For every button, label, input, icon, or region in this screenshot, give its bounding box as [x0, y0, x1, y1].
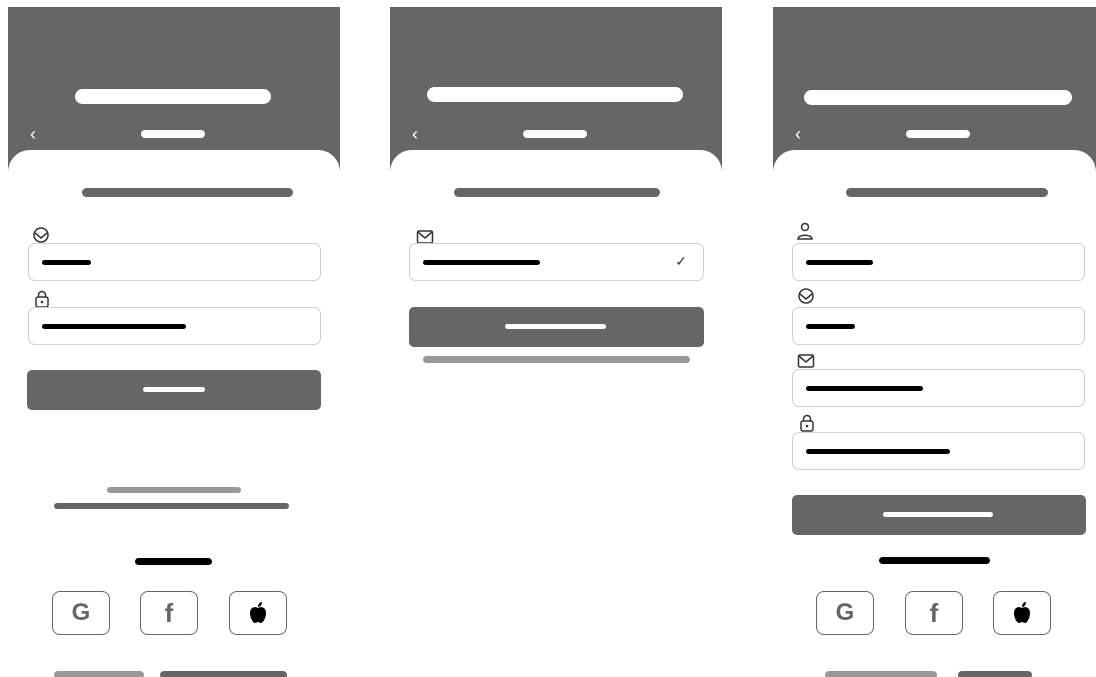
- send-button-label-placeholder: [505, 324, 606, 329]
- facebook-icon: f: [929, 597, 939, 628]
- or-continue-with-placeholder: [879, 557, 990, 564]
- facebook-icon: f: [164, 597, 174, 628]
- email-value-placeholder: [423, 260, 540, 265]
- facebook-login-button[interactable]: f: [140, 591, 198, 635]
- checkmark-icon: ✓: [675, 253, 687, 269]
- terms-text-placeholder: [54, 503, 289, 509]
- form-card: ✓: [390, 150, 722, 677]
- footer-link-placeholder[interactable]: [160, 671, 287, 677]
- password-value-placeholder: [42, 324, 186, 329]
- footer-text-placeholder: [54, 671, 144, 677]
- fullname-value-placeholder: [806, 260, 873, 265]
- password-field[interactable]: [28, 307, 321, 345]
- back-button[interactable]: ‹: [791, 124, 805, 144]
- apple-login-button[interactable]: [229, 591, 287, 635]
- back-button[interactable]: ‹: [26, 124, 40, 144]
- login-screen: ‹ G f: [8, 7, 340, 677]
- form-card: G f: [8, 150, 340, 677]
- chevron-left-icon: ‹: [412, 124, 418, 144]
- password-field[interactable]: [792, 432, 1085, 470]
- lock-icon: [35, 290, 49, 308]
- header-title-placeholder: [427, 87, 683, 102]
- forgot-password-screen: ‹ ✓: [390, 7, 722, 677]
- email-field[interactable]: [792, 369, 1085, 407]
- login-button-label-placeholder: [143, 387, 205, 392]
- chevron-left-icon: ‹: [795, 124, 801, 144]
- username-value-placeholder: [806, 324, 855, 329]
- apple-login-button[interactable]: [993, 591, 1051, 635]
- email-field[interactable]: ✓: [409, 243, 704, 281]
- profile-icon: [33, 227, 49, 243]
- footer-text-placeholder: [825, 671, 937, 677]
- login-button[interactable]: [27, 370, 321, 410]
- header-subtitle-placeholder: [523, 130, 587, 138]
- google-login-button[interactable]: G: [52, 591, 110, 635]
- back-button[interactable]: ‹: [408, 124, 422, 144]
- apple-icon: [250, 602, 266, 623]
- or-continue-with-placeholder: [135, 558, 212, 565]
- header-subtitle-placeholder: [906, 130, 970, 138]
- fullname-field[interactable]: [792, 243, 1085, 281]
- forgot-password-link[interactable]: [107, 487, 241, 493]
- email-value-placeholder: [806, 386, 923, 391]
- form-card: G f: [773, 150, 1096, 677]
- chevron-left-icon: ‹: [30, 124, 36, 144]
- footer-link-placeholder[interactable]: [958, 671, 1032, 677]
- apple-icon: [1014, 602, 1030, 623]
- header-subtitle-placeholder: [141, 130, 205, 138]
- form-heading-placeholder: [82, 188, 293, 197]
- username-value-placeholder: [42, 260, 91, 265]
- form-heading-placeholder: [454, 188, 660, 197]
- password-value-placeholder: [806, 449, 950, 454]
- username-field[interactable]: [792, 307, 1085, 345]
- username-field[interactable]: [28, 243, 321, 281]
- profile-icon: [798, 288, 814, 304]
- signup-screen: ‹ G f: [773, 7, 1096, 677]
- signup-button-label-placeholder: [883, 512, 993, 517]
- header-title-placeholder: [75, 89, 271, 104]
- google-login-button[interactable]: G: [816, 591, 874, 635]
- facebook-login-button[interactable]: f: [905, 591, 963, 635]
- form-heading-placeholder: [846, 188, 1048, 197]
- mail-icon: [797, 354, 815, 368]
- lock-icon: [800, 414, 814, 432]
- header-title-placeholder: [804, 90, 1072, 105]
- send-reset-button[interactable]: [409, 307, 704, 347]
- helper-text-placeholder: [423, 356, 690, 363]
- user-icon: [797, 222, 813, 240]
- google-icon: G: [71, 599, 91, 626]
- signup-button[interactable]: [792, 495, 1086, 535]
- google-icon: G: [835, 599, 855, 626]
